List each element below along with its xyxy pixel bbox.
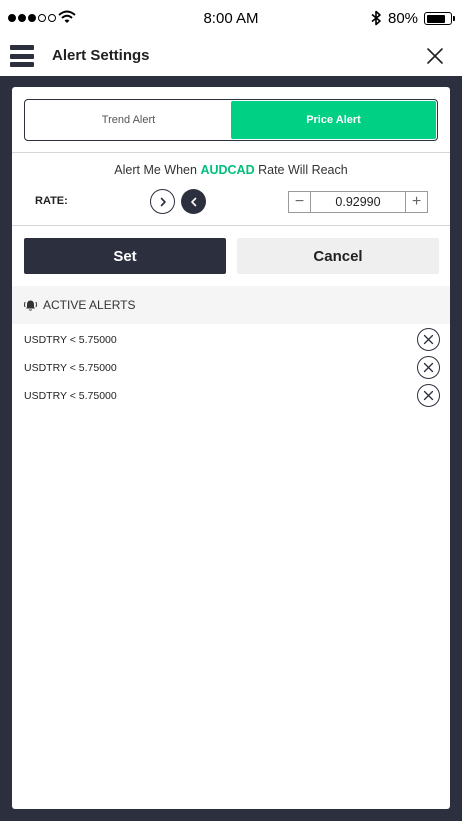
status-bar: 8:00 AM 80% <box>0 0 462 36</box>
alert-label: USDTRY < 5.75000 <box>24 390 117 402</box>
remove-alert-button[interactable] <box>417 384 440 407</box>
remove-alert-button[interactable] <box>417 328 440 351</box>
chevron-left-icon <box>190 197 196 206</box>
bell-ringing-icon <box>24 300 37 311</box>
increase-rate-button[interactable]: + <box>405 192 427 212</box>
alert-label: USDTRY < 5.75000 <box>24 334 117 346</box>
alert-label: USDTRY < 5.75000 <box>24 362 117 374</box>
rate-stepper: − 0.92990 + <box>288 191 428 213</box>
active-alerts-header: ACTIVE ALERTS <box>12 286 450 324</box>
rate-label: RATE: <box>35 195 68 207</box>
alert-sentence: Alert Me When AUDCAD Rate Will Reach <box>12 163 450 177</box>
tab-trend-alert[interactable]: Trend Alert <box>26 101 231 139</box>
rate-input[interactable]: 0.92990 <box>311 192 405 212</box>
alert-type-toggle: Trend Alert Price Alert <box>24 99 438 141</box>
alert-list-item: USDTRY < 5.75000 <box>12 327 450 355</box>
set-button[interactable]: Set <box>24 238 226 274</box>
alert-sentence-prefix: Alert Me When <box>114 163 197 177</box>
remove-alert-button[interactable] <box>417 356 440 379</box>
remove-circle-x-icon <box>423 334 434 345</box>
alert-list-item: USDTRY < 5.75000 <box>12 355 450 383</box>
chevron-right-icon <box>160 197 166 206</box>
currency-pair: AUDCAD <box>200 163 255 177</box>
remove-circle-x-icon <box>423 362 434 373</box>
alert-sentence-suffix: Rate Will Reach <box>258 163 348 177</box>
active-alerts-list: USDTRY < 5.75000 USDTRY < 5.75000 USDTRY… <box>12 327 450 411</box>
tab-price-alert[interactable]: Price Alert <box>231 101 436 139</box>
next-pair-button[interactable] <box>150 189 175 214</box>
close-icon[interactable] <box>425 46 445 66</box>
hamburger-menu-icon[interactable] <box>10 45 34 67</box>
battery-icon <box>424 12 455 25</box>
previous-pair-button[interactable] <box>181 189 206 214</box>
bluetooth-icon <box>371 10 381 26</box>
page-title: Alert Settings <box>52 47 150 64</box>
active-alerts-title: ACTIVE ALERTS <box>43 298 136 312</box>
battery-percent: 80% <box>388 10 419 27</box>
divider <box>12 152 450 153</box>
decrease-rate-button[interactable]: − <box>289 192 311 212</box>
alert-settings-card: Trend Alert Price Alert Alert Me When AU… <box>12 87 450 809</box>
remove-circle-x-icon <box>423 390 434 401</box>
divider <box>12 225 450 226</box>
alert-list-item: USDTRY < 5.75000 <box>12 383 450 411</box>
header: Alert Settings <box>0 36 462 76</box>
cancel-button[interactable]: Cancel <box>237 238 439 274</box>
